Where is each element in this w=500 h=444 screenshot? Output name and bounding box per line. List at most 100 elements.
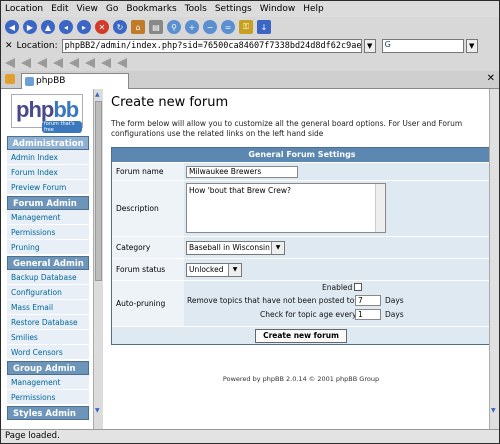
forward-disabled-icon xyxy=(69,58,79,68)
nav-item-pruning[interactable]: Pruning xyxy=(7,240,89,255)
nav-item-group-permissions[interactable]: Permissions xyxy=(7,390,89,405)
secondary-toolbar xyxy=(1,55,499,71)
close-tab-icon[interactable]: ✕ xyxy=(487,73,495,84)
nav-item-forum-permissions[interactable]: Permissions xyxy=(7,225,89,240)
forward-icon[interactable]: ▶ xyxy=(23,20,37,34)
zoom-reset-icon[interactable]: = xyxy=(221,20,235,34)
zoom-out-icon[interactable]: − xyxy=(203,20,217,34)
back-icon[interactable]: ◀ xyxy=(5,20,19,34)
logo-wordmark: phpbb xyxy=(16,97,79,123)
url-dropdown-button[interactable]: ▼ xyxy=(363,39,376,53)
menu-help[interactable]: Help xyxy=(303,4,324,14)
description-textarea[interactable]: How 'bout that Brew Crew? xyxy=(186,183,386,233)
nav-item-configuration[interactable]: Configuration xyxy=(7,285,89,300)
remove-topics-input[interactable]: 7 xyxy=(355,295,381,306)
scroll-down-icon[interactable]: ▼ xyxy=(491,407,496,414)
new-tab-icon[interactable] xyxy=(5,74,15,84)
description-label: Description xyxy=(112,181,184,236)
nav-header-general-admin: General Admin xyxy=(7,256,89,270)
description-cell: How 'bout that Brew Crew? xyxy=(184,181,492,236)
previous-icon[interactable]: ◂ xyxy=(59,20,73,34)
status-cell: Unlocked ▼ xyxy=(184,259,492,280)
location-label: Location: xyxy=(16,41,58,51)
forum-name-row: Forum name Milwaukee Brewers xyxy=(112,162,492,180)
section-header: General Forum Settings xyxy=(112,148,492,162)
nav-item-mass-email[interactable]: Mass Email xyxy=(7,300,89,315)
check-age-input[interactable]: 1 xyxy=(355,309,381,320)
remove-topics-label: Remove topics that have not been posted … xyxy=(187,296,364,305)
category-select-value: Baseball in Wisconsin xyxy=(189,243,270,252)
footer-credit: Powered by phpBB 2.0.14 © 2001 phpBB Gro… xyxy=(222,375,380,383)
nav-item-group-management[interactable]: Management xyxy=(7,375,89,390)
url-input[interactable]: phpBB2/admin/index.php?sid=76500ca84607f… xyxy=(61,39,362,53)
status-bar: Page loaded. xyxy=(1,429,499,443)
nav-item-admin-index[interactable]: Admin Index xyxy=(7,150,89,165)
nav-item-forum-management[interactable]: Management xyxy=(7,210,89,225)
print-icon[interactable]: ▤ xyxy=(149,20,163,34)
enabled-checkbox[interactable] xyxy=(354,283,362,291)
stop-icon[interactable]: ✕ xyxy=(95,20,109,34)
menu-bookmarks[interactable]: Bookmarks xyxy=(126,4,176,14)
main-scrollbar[interactable]: ▼ xyxy=(489,89,499,429)
search-input[interactable]: G xyxy=(381,39,464,53)
nav-scrollbar[interactable]: ▲ ▼ xyxy=(93,89,103,429)
tab-phpbb-administration[interactable]: phpBB Administration xyxy=(21,73,129,100)
find-disabled-icon xyxy=(117,58,127,68)
menu-view[interactable]: View xyxy=(77,4,98,14)
menu-settings[interactable]: Settings xyxy=(215,4,252,14)
reload-icon[interactable]: ↻ xyxy=(113,20,127,34)
phpbb-logo[interactable]: phpbb forum that's free xyxy=(11,94,83,133)
nav-item-forum-index[interactable]: Forum Index xyxy=(7,165,89,180)
security-icon[interactable]: ⚿ xyxy=(239,20,253,34)
status-select[interactable]: Unlocked ▼ xyxy=(186,263,242,277)
find-icon[interactable]: ⚲ xyxy=(167,20,181,34)
nav-header-group-admin: Group Admin xyxy=(7,361,89,375)
create-new-forum-button[interactable]: Create new forum xyxy=(255,329,347,343)
nav-item-preview-forum[interactable]: Preview Forum xyxy=(7,180,89,195)
forum-name-input[interactable]: Milwaukee Brewers xyxy=(186,166,298,178)
admin-nav: Administration Admin Index Forum Index P… xyxy=(7,135,89,420)
search-dropdown-button[interactable]: ▼ xyxy=(465,39,478,53)
autoprune-row: Auto-pruning Enabled Remove topics that … xyxy=(112,280,492,326)
scroll-up-icon[interactable]: ▲ xyxy=(95,91,100,98)
download-icon[interactable]: ↓ xyxy=(257,20,271,34)
menu-window[interactable]: Window xyxy=(260,4,296,14)
menu-go[interactable]: Go xyxy=(106,4,118,14)
next-disabled-icon xyxy=(53,58,63,68)
scroll-down-icon[interactable]: ▼ xyxy=(95,407,100,414)
page-title: Create new forum xyxy=(111,95,229,110)
category-cell: Baseball in Wisconsin ▼ xyxy=(184,237,492,258)
nav-scroll-thumb[interactable] xyxy=(95,101,102,281)
menu-bar: Location Edit View Go Bookmarks Tools Se… xyxy=(1,1,499,17)
nav-item-word-censors[interactable]: Word Censors xyxy=(7,345,89,360)
up-disabled-icon xyxy=(21,58,31,68)
status-label: Forum status xyxy=(112,259,184,280)
back-disabled-icon xyxy=(5,58,15,68)
home-icon[interactable]: ⌂ xyxy=(131,20,145,34)
autoprune-label: Auto-pruning xyxy=(112,281,184,326)
status-select-value: Unlocked xyxy=(189,265,224,274)
description-row: Description How 'bout that Brew Crew? xyxy=(112,180,492,236)
nav-item-restore-database[interactable]: Restore Database xyxy=(7,315,89,330)
admin-nav-frame: phpbb forum that's free Administration A… xyxy=(1,89,93,429)
menu-location[interactable]: Location xyxy=(5,4,43,14)
chevron-down-icon: ▼ xyxy=(228,264,241,276)
nav-header-administration: Administration xyxy=(7,136,89,150)
nav-item-backup-database[interactable]: Backup Database xyxy=(7,270,89,285)
menu-edit[interactable]: Edit xyxy=(51,4,68,14)
up-icon[interactable]: ▲ xyxy=(41,20,55,34)
page-content: phpbb forum that's free Administration A… xyxy=(1,89,499,429)
zoom-in-icon[interactable]: + xyxy=(185,20,199,34)
previous-disabled-icon xyxy=(37,58,47,68)
description-scrollbar[interactable] xyxy=(375,184,385,232)
enabled-label: Enabled xyxy=(322,283,353,292)
forum-name-cell: Milwaukee Brewers xyxy=(184,163,492,180)
nav-item-smilies[interactable]: Smilies xyxy=(7,330,89,345)
nav-header-forum-admin: Forum Admin xyxy=(7,196,89,210)
clear-location-icon[interactable]: ✕ xyxy=(5,41,13,51)
logo-tagline: forum that's free xyxy=(42,121,82,133)
menu-tools[interactable]: Tools xyxy=(185,4,207,14)
category-select[interactable]: Baseball in Wisconsin ▼ xyxy=(186,241,285,255)
days-label: Days xyxy=(385,296,404,305)
next-icon[interactable]: ▸ xyxy=(77,20,91,34)
